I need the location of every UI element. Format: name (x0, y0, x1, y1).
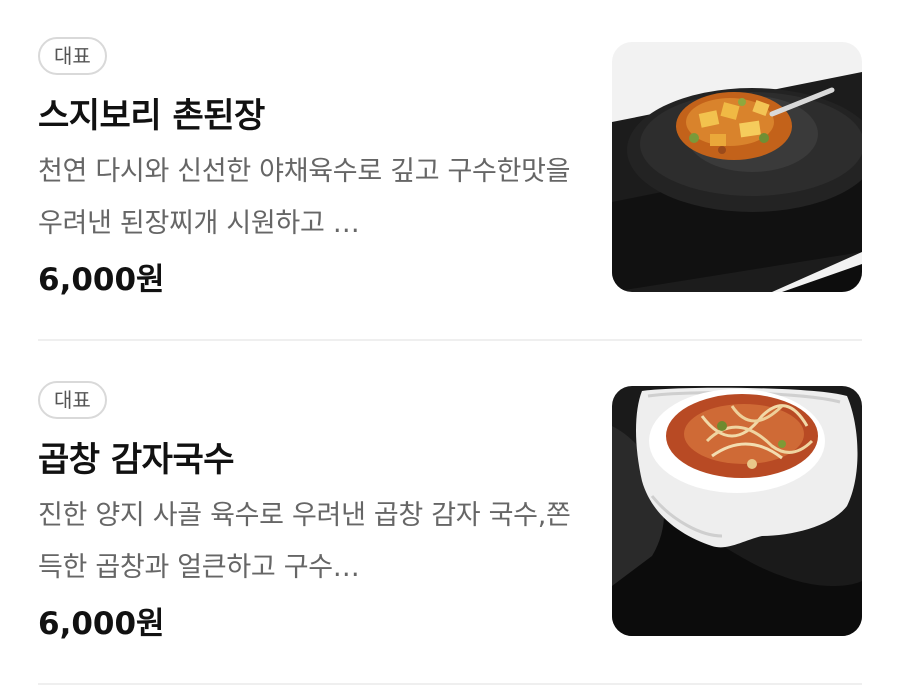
item-divider (38, 683, 862, 685)
menu-item[interactable]: 대표 스지보리 촌된장 천연 다시와 신선한 야채육수로 깊고 구수한맛을 우려… (0, 0, 900, 344)
menu-list: 대표 스지보리 촌된장 천연 다시와 신선한 야채육수로 깊고 구수한맛을 우려… (0, 0, 900, 686)
signature-badge: 대표 (38, 37, 107, 75)
menu-item-description: 진한 양지 사골 육수로 우려낸 곱창 감자 국수,쫀득한 곱창과 얼큰하고 구… (38, 500, 571, 583)
item-divider (38, 339, 862, 341)
menu-item[interactable]: 대표 곱창 감자국수 진한 양지 사골 육수로 우려낸 곱창 감자 국수,쫀득한… (0, 344, 900, 686)
gopchang-noodle-photo (612, 386, 862, 636)
menu-item-name: 곱창 감자국수 (38, 440, 235, 480)
doenjang-stew-photo (612, 42, 862, 292)
menu-item-photo[interactable] (612, 42, 862, 292)
menu-item-name: 스지보리 촌된장 (38, 96, 265, 136)
menu-item-price: 6,000원 (38, 262, 165, 298)
menu-item-description: 천연 다시와 신선한 야채육수로 깊고 구수한맛을 우려낸 된장찌개 시원하고 … (38, 156, 571, 239)
menu-item-photo[interactable] (612, 386, 862, 636)
signature-badge: 대표 (38, 381, 107, 419)
menu-item-price: 6,000원 (38, 606, 165, 642)
